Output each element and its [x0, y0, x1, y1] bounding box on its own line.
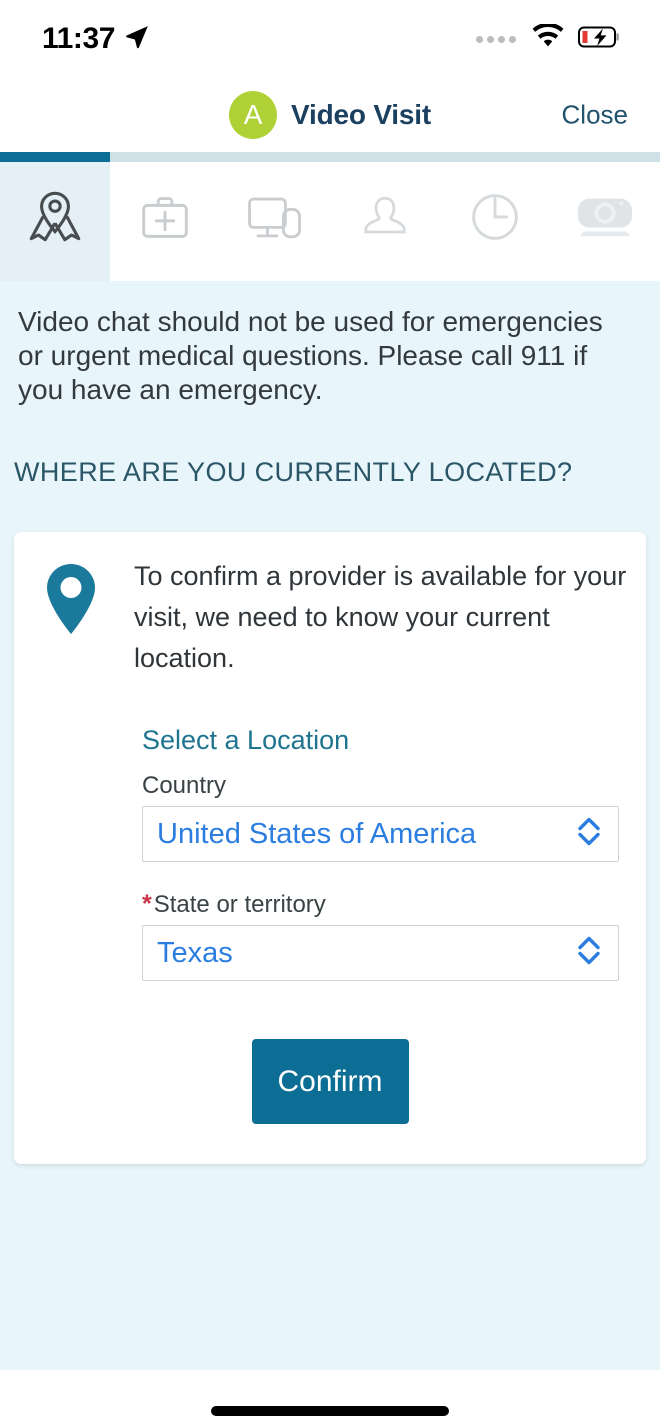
tab-clock[interactable] [440, 152, 550, 281]
tab-bar [0, 152, 660, 281]
monitor-phone-icon [242, 186, 308, 248]
tab-camera[interactable] [550, 152, 660, 281]
tab-medical-bag[interactable] [110, 152, 220, 281]
battery-charging-low-icon [578, 25, 622, 54]
country-value: United States of America [157, 817, 477, 850]
header-center: A Video Visit [229, 91, 431, 139]
avatar: A [229, 91, 278, 139]
country-select[interactable]: United States of America [142, 806, 619, 863]
person-icon [355, 187, 415, 247]
location-card: To confirm a provider is available for y… [14, 532, 646, 1164]
webcam-icon [570, 189, 640, 245]
close-button[interactable]: Close [562, 100, 628, 131]
phone-screen: 11:37 A Video Visit Close Video chat sho… [0, 0, 660, 1428]
map-pin-icon [22, 184, 88, 250]
tab-location[interactable] [0, 152, 110, 281]
status-time: 11:37 [42, 22, 116, 55]
tab-active-indicator [0, 152, 110, 162]
card-body-text: To confirm a provider is available for y… [134, 561, 627, 674]
country-label: Country [142, 772, 227, 800]
page-title: Video Visit [291, 99, 431, 130]
emergency-warning-text: Video chat should not be used for emerge… [18, 306, 603, 406]
location-arrow-icon [124, 24, 150, 55]
confirm-button-wrap: Confirm [14, 1039, 646, 1125]
state-select[interactable]: Texas [142, 925, 619, 982]
main-content: Video chat should not be used for emerge… [0, 281, 660, 1370]
select-a-location-link[interactable]: Select a Location [142, 725, 646, 756]
chevron-updown-icon [576, 935, 602, 972]
status-bar-right [476, 22, 622, 54]
app-header: A Video Visit Close [0, 78, 660, 152]
state-label: State or territory [153, 891, 326, 919]
state-value: Texas [157, 936, 233, 969]
confirm-button[interactable]: Confirm [251, 1039, 409, 1125]
tab-indicator [440, 152, 550, 162]
tab-indicator [330, 152, 440, 162]
map-pin-icon [42, 556, 120, 679]
first-aid-kit-icon [134, 186, 196, 248]
chevron-updown-icon [576, 816, 602, 853]
card-intro: To confirm a provider is available for y… [14, 532, 646, 679]
section-heading: WHERE ARE YOU CURRENTLY LOCATED? [14, 457, 573, 488]
home-indicator[interactable] [211, 1406, 449, 1416]
wifi-icon [531, 22, 565, 54]
home-indicator-area [0, 1370, 660, 1428]
required-asterisk: * [142, 890, 152, 919]
status-bar: 11:37 [0, 0, 660, 78]
tab-devices[interactable] [220, 152, 330, 281]
state-label-row: *State or territory [142, 890, 646, 919]
country-field: Country United States of America [142, 772, 646, 863]
tab-person[interactable] [330, 152, 440, 281]
tab-indicator [110, 152, 220, 162]
clock-icon [464, 186, 526, 248]
tab-indicator [220, 152, 330, 162]
tab-indicator [550, 152, 660, 162]
signal-dots-icon [476, 35, 516, 43]
status-bar-left: 11:37 [42, 22, 150, 56]
state-field: *State or territory Texas [142, 890, 646, 982]
